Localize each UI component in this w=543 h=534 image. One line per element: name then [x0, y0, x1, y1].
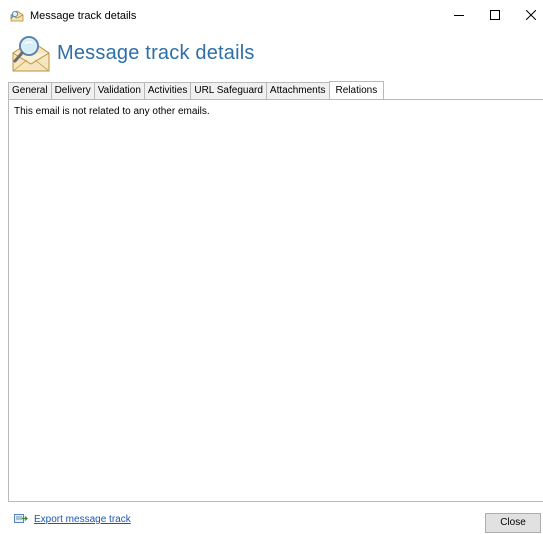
close-icon — [525, 9, 537, 23]
title-bar[interactable]: Message track details — [0, 0, 543, 32]
export-message-track-link[interactable]: Export message track — [34, 513, 131, 526]
envelope-magnifier-icon — [9, 33, 53, 73]
minimize-button[interactable] — [441, 0, 477, 32]
tab-relations[interactable]: Relations — [328, 81, 385, 100]
close-button[interactable]: Close — [485, 513, 541, 533]
footer-bar: Export message track Close — [0, 503, 543, 534]
maximize-button[interactable] — [477, 0, 513, 32]
tab-validation[interactable]: Validation — [94, 82, 145, 99]
tab-strip: General Delivery Validation Activities U… — [8, 81, 385, 100]
tab-activities[interactable]: Activities — [144, 82, 192, 99]
tab-delivery[interactable]: Delivery — [51, 82, 95, 99]
export-icon — [14, 513, 28, 524]
tab-general[interactable]: General — [8, 82, 52, 99]
tab-url-safeguard[interactable]: URL Safeguard — [191, 82, 267, 99]
window-title: Message track details — [30, 10, 137, 22]
message-search-icon — [10, 9, 24, 22]
page-title: Message track details — [57, 42, 255, 64]
maximize-icon — [490, 9, 500, 23]
relations-panel: This email is not related to any other e… — [8, 99, 543, 502]
window-close-button[interactable] — [513, 0, 543, 32]
tab-attachments[interactable]: Attachments — [266, 82, 330, 99]
message-track-details-window: Message track details Message track deta… — [0, 0, 543, 534]
minimize-icon — [454, 9, 464, 23]
relations-message: This email is not related to any other e… — [14, 106, 210, 117]
